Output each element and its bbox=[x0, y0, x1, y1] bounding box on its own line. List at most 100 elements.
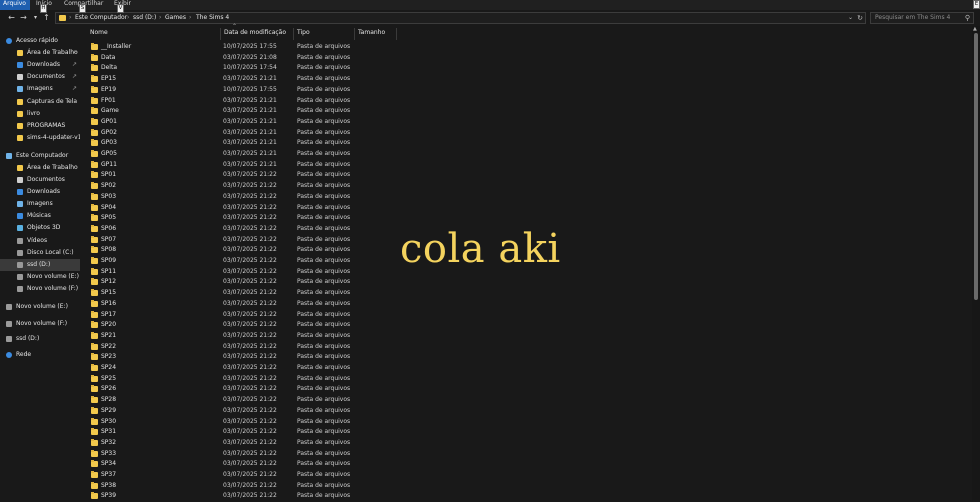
nav-item[interactable]: Novo volume (F:) bbox=[0, 318, 80, 330]
column-size[interactable]: Tamanho bbox=[358, 26, 385, 40]
file-row[interactable]: SP30 03/07/2025 21:22 Pasta de arquivos bbox=[82, 417, 962, 428]
file-row[interactable]: SP20 03/07/2025 21:22 Pasta de arquivos bbox=[82, 320, 962, 331]
scrollbar-thumb[interactable] bbox=[974, 33, 978, 300]
address-bar[interactable]: › Este Computador › ssd (D:) › Games › T… bbox=[55, 12, 866, 24]
file-row[interactable]: FP01 03/07/2025 21:21 Pasta de arquivos bbox=[82, 96, 962, 107]
file-row[interactable]: SP22 03/07/2025 21:22 Pasta de arquivos bbox=[82, 342, 962, 353]
file-row[interactable]: SP38 03/07/2025 21:22 Pasta de arquivos bbox=[82, 481, 962, 492]
nav-item[interactable]: PROGRAMAS bbox=[0, 120, 80, 132]
file-row[interactable]: SP28 03/07/2025 21:22 Pasta de arquivos bbox=[82, 395, 962, 406]
file-row[interactable]: SP26 03/07/2025 21:22 Pasta de arquivos bbox=[82, 384, 962, 395]
nav-item[interactable]: Capturas de Tela bbox=[0, 96, 80, 108]
column-divider[interactable] bbox=[396, 28, 397, 40]
nav-item[interactable]: ssd (D:) bbox=[0, 259, 80, 271]
file-row[interactable]: GP02 03/07/2025 21:21 Pasta de arquivos bbox=[82, 128, 962, 139]
file-row[interactable]: SP21 03/07/2025 21:22 Pasta de arquivos bbox=[82, 331, 962, 342]
file-date: 03/07/2025 21:22 bbox=[223, 224, 277, 232]
file-row[interactable]: GP05 03/07/2025 21:21 Pasta de arquivos bbox=[82, 149, 962, 160]
file-row[interactable]: SP39 03/07/2025 21:22 Pasta de arquivos bbox=[82, 491, 962, 502]
nav-item[interactable]: ssd (D:) bbox=[0, 333, 80, 345]
column-divider[interactable] bbox=[354, 28, 355, 40]
nav-item[interactable]: Objetos 3D bbox=[0, 222, 80, 234]
file-row[interactable]: SP04 03/07/2025 21:22 Pasta de arquivos bbox=[82, 203, 962, 214]
file-name: SP23 bbox=[101, 353, 117, 361]
file-row[interactable]: Data 03/07/2025 21:08 Pasta de arquivos bbox=[82, 53, 962, 64]
file-row[interactable]: SP16 03/07/2025 21:22 Pasta de arquivos bbox=[82, 299, 962, 310]
file-date: 03/07/2025 21:22 bbox=[223, 438, 277, 446]
column-divider[interactable] bbox=[220, 28, 221, 40]
nav-item[interactable]: Downloads ↗ bbox=[0, 59, 80, 71]
breadcrumb-this-pc[interactable]: Este Computador bbox=[75, 13, 127, 23]
breadcrumb-games[interactable]: Games bbox=[165, 13, 186, 23]
file-row[interactable]: SP02 03/07/2025 21:22 Pasta de arquivos bbox=[82, 181, 962, 192]
file-row[interactable]: SP05 03/07/2025 21:22 Pasta de arquivos bbox=[82, 213, 962, 224]
breadcrumb-current[interactable]: The Sims 4 bbox=[196, 13, 229, 23]
file-row[interactable]: SP32 03/07/2025 21:22 Pasta de arquivos bbox=[82, 438, 962, 449]
nav-item[interactable]: Novo volume (E:) bbox=[0, 301, 80, 313]
nav-item[interactable]: Acesso rápido bbox=[0, 35, 80, 47]
nav-item[interactable]: Documentos bbox=[0, 174, 80, 186]
file-row[interactable]: SP37 03/07/2025 21:22 Pasta de arquivos bbox=[82, 470, 962, 481]
column-type[interactable]: Tipo bbox=[297, 26, 310, 40]
breadcrumb-drive[interactable]: ssd (D:) bbox=[133, 13, 156, 23]
vertical-scrollbar[interactable]: ▲ bbox=[972, 26, 980, 500]
file-row[interactable]: SP17 03/07/2025 21:22 Pasta de arquivos bbox=[82, 310, 962, 321]
nav-item[interactable]: livro bbox=[0, 108, 80, 120]
refresh-icon[interactable]: ↻ bbox=[857, 13, 863, 23]
scroll-up-icon[interactable]: ▲ bbox=[973, 26, 977, 32]
nav-item-label: Novo volume (E:) bbox=[16, 303, 68, 310]
file-row[interactable]: SP33 03/07/2025 21:22 Pasta de arquivos bbox=[82, 449, 962, 460]
overlay-annotation: cola aki bbox=[400, 226, 561, 272]
file-row[interactable]: Game 03/07/2025 21:21 Pasta de arquivos bbox=[82, 106, 962, 117]
nav-item[interactable]: Músicas bbox=[0, 210, 80, 222]
folder-icon bbox=[91, 96, 98, 104]
file-row[interactable]: GP01 03/07/2025 21:21 Pasta de arquivos bbox=[82, 117, 962, 128]
nav-item[interactable]: sims-4-updater-v1.4 bbox=[0, 132, 80, 144]
file-row[interactable]: SP12 03/07/2025 21:22 Pasta de arquivos bbox=[82, 277, 962, 288]
search-input[interactable]: Pesquisar em The Sims 4 ⚲ bbox=[870, 12, 974, 24]
nav-item[interactable]: Área de Trabalho ↗ bbox=[0, 47, 80, 59]
document-icon bbox=[17, 177, 23, 183]
pin-icon: ↗ bbox=[72, 85, 78, 92]
chevron-down-icon[interactable]: ⌄ bbox=[848, 13, 853, 23]
keytip-home: H bbox=[40, 4, 47, 13]
nav-item[interactable]: Documentos ↗ bbox=[0, 71, 80, 83]
file-date: 03/07/2025 21:21 bbox=[223, 150, 277, 157]
nav-item[interactable]: Novo volume (F:) bbox=[0, 283, 80, 295]
nav-item[interactable]: Novo volume (E:) bbox=[0, 271, 80, 283]
tab-file[interactable]: Arquivo bbox=[0, 0, 30, 10]
file-row[interactable]: EP19 10/07/2025 17:55 Pasta de arquivos bbox=[82, 85, 962, 96]
back-arrow-icon[interactable]: ← bbox=[6, 12, 17, 23]
nav-item[interactable]: Imagens ↗ bbox=[0, 83, 80, 95]
file-row[interactable]: SP01 03/07/2025 21:22 Pasta de arquivos bbox=[82, 170, 962, 181]
nav-item[interactable]: Downloads bbox=[0, 186, 80, 198]
nav-item-label: Imagens bbox=[27, 85, 53, 92]
nav-item[interactable]: Área de Trabalho bbox=[0, 162, 80, 174]
column-date[interactable]: Data de modificação bbox=[224, 26, 286, 40]
folder-icon bbox=[91, 331, 98, 339]
file-name: SP06 bbox=[101, 224, 117, 232]
file-row[interactable]: GP11 03/07/2025 21:21 Pasta de arquivos bbox=[82, 160, 962, 171]
column-divider[interactable] bbox=[293, 28, 294, 40]
file-row[interactable]: __Installer 10/07/2025 17:55 Pasta de arqu… bbox=[82, 42, 962, 53]
file-row[interactable]: EP15 03/07/2025 21:21 Pasta de arquivos bbox=[82, 74, 962, 85]
nav-item[interactable]: Vídeos bbox=[0, 235, 80, 247]
nav-item[interactable]: Imagens bbox=[0, 198, 80, 210]
file-row[interactable]: SP31 03/07/2025 21:22 Pasta de arquivos bbox=[82, 427, 962, 438]
file-row[interactable]: SP34 03/07/2025 21:22 Pasta de arquivos bbox=[82, 459, 962, 470]
nav-item[interactable]: Este Computador bbox=[0, 150, 80, 162]
up-arrow-icon[interactable]: ↑ bbox=[41, 12, 52, 23]
forward-arrow-icon[interactable]: → bbox=[18, 12, 29, 23]
nav-item[interactable]: Rede bbox=[0, 349, 80, 361]
file-row[interactable]: SP23 03/07/2025 21:22 Pasta de arquivos bbox=[82, 352, 962, 363]
file-row[interactable]: SP29 03/07/2025 21:22 Pasta de arquivos bbox=[82, 406, 962, 417]
nav-item[interactable]: Disco Local (C:) bbox=[0, 247, 80, 259]
file-row[interactable]: SP25 03/07/2025 21:22 Pasta de arquivos bbox=[82, 374, 962, 385]
file-row[interactable]: SP03 03/07/2025 21:22 Pasta de arquivos bbox=[82, 192, 962, 203]
file-row[interactable]: SP24 03/07/2025 21:22 Pasta de arquivos bbox=[82, 363, 962, 374]
recent-locations-chevron-icon[interactable]: ▾ bbox=[30, 12, 41, 23]
file-row[interactable]: SP15 03/07/2025 21:22 Pasta de arquivos bbox=[82, 288, 962, 299]
file-row[interactable]: Delta 10/07/2025 17:54 Pasta de arquivos bbox=[82, 63, 962, 74]
file-row[interactable]: GP03 03/07/2025 21:21 Pasta de arquivos bbox=[82, 138, 962, 149]
column-name[interactable]: Nome bbox=[90, 26, 108, 40]
